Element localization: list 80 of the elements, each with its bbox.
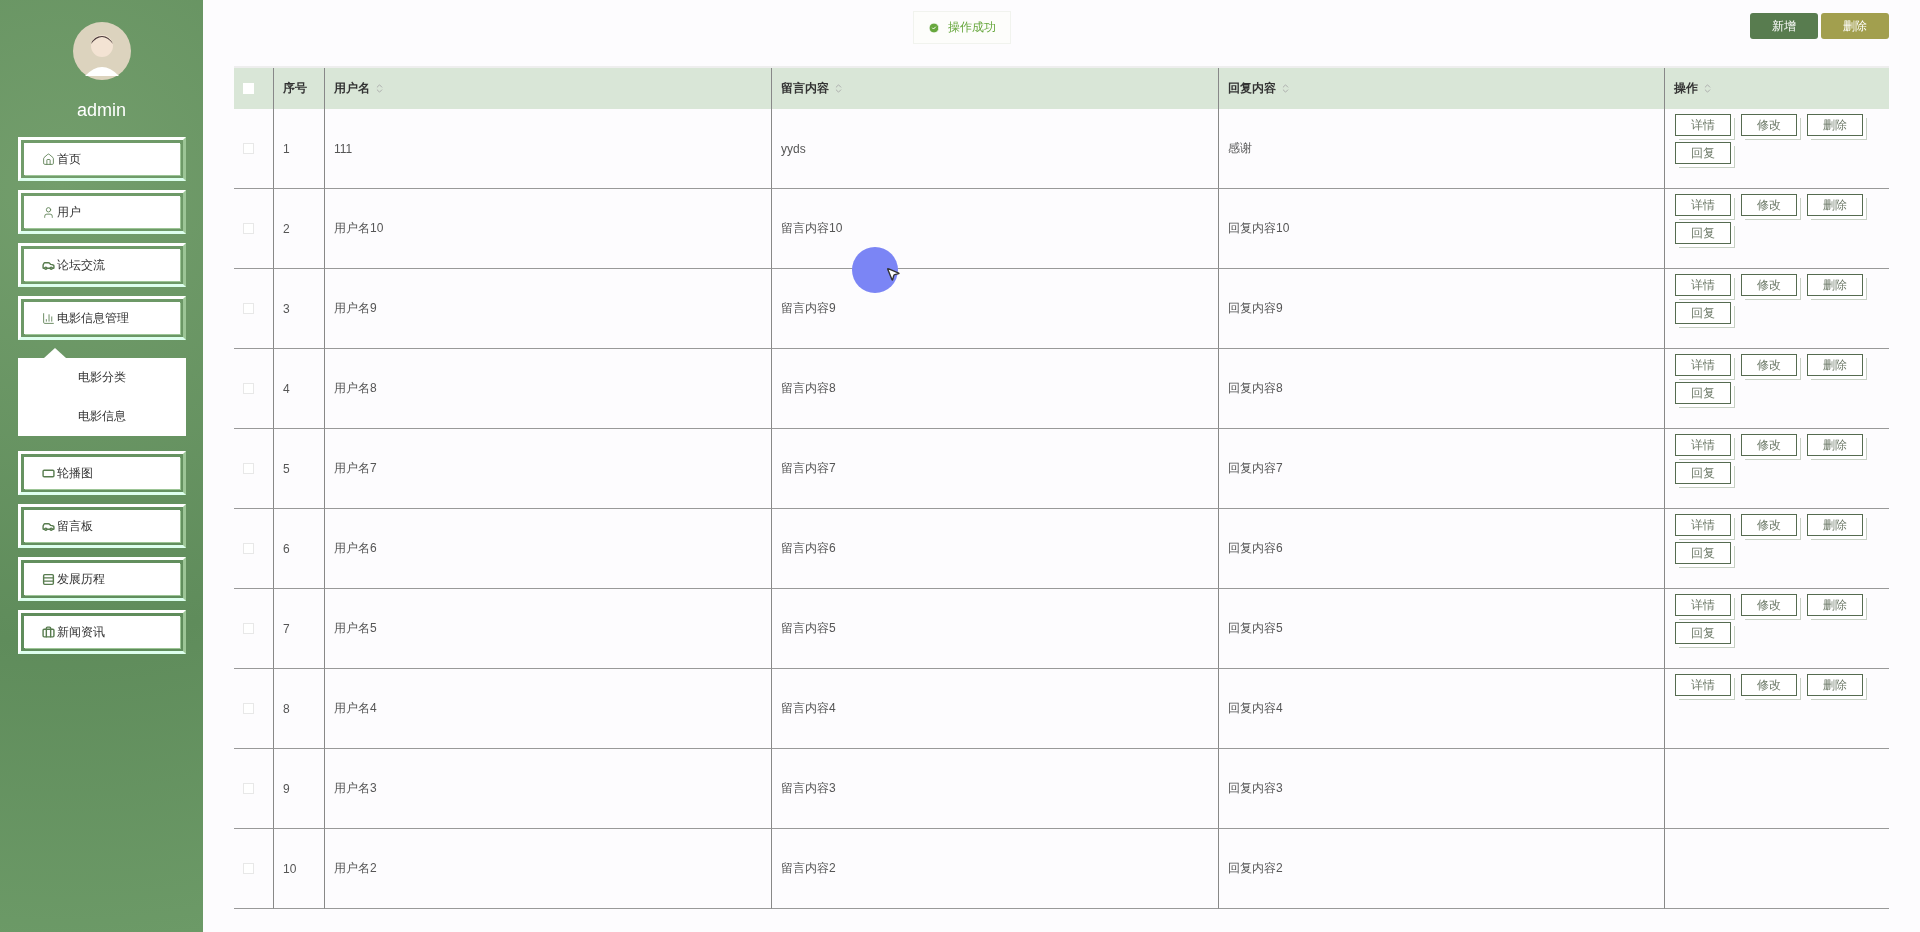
cursor-highlight [852, 247, 898, 293]
sort-icon[interactable] [1280, 83, 1291, 94]
table-cell: 4 [283, 381, 290, 396]
home-icon [41, 152, 55, 166]
sort-icon[interactable] [833, 83, 844, 94]
menu-item[interactable]: 首页 [17, 137, 186, 181]
briefcase-icon [41, 625, 55, 639]
menu-item[interactable]: 轮播图 [17, 451, 186, 495]
column-header: 回复内容 [1228, 80, 1276, 97]
table-cell: 1 [283, 141, 290, 156]
table-cell: 5 [283, 461, 290, 476]
table-cell: 留言内容10 [781, 220, 843, 237]
sort-icon[interactable] [374, 83, 385, 94]
column-header: 操作 [1674, 80, 1698, 97]
table-cell: 回复内容6 [1228, 540, 1283, 557]
submenu-item[interactable]: 电影信息 [77, 405, 126, 428]
table-cell: 留言内容7 [781, 460, 836, 477]
table-cell: 留言内容2 [781, 860, 836, 877]
table-cell: 用户名10 [334, 220, 384, 237]
menu-label: 发展历程 [56, 570, 105, 588]
table-cell: 用户名7 [334, 460, 377, 477]
table-cell: 用户名6 [334, 540, 377, 557]
menu-item[interactable]: 新闻资讯 [17, 610, 186, 654]
menu-label: 新闻资讯 [56, 623, 105, 641]
submenu-item[interactable]: 电影分类 [77, 366, 126, 389]
toast-message: 操作成功 [948, 19, 996, 36]
table-cell: 7 [283, 621, 290, 636]
menu-item[interactable]: 论坛交流 [17, 243, 186, 287]
table-cell: 回复内容4 [1228, 700, 1283, 717]
table-cell: 留言内容5 [781, 620, 836, 637]
table-cell: 6 [283, 541, 290, 556]
table-cell: 回复内容9 [1228, 300, 1283, 317]
table-cell: 用户名2 [334, 860, 377, 877]
table-cell: 111 [334, 141, 353, 156]
menu-label: 论坛交流 [56, 256, 105, 274]
table-cell: 留言内容6 [781, 540, 836, 557]
menu-label: 留言板 [56, 517, 93, 535]
menu-item[interactable]: 电影信息管理 [17, 296, 186, 340]
table-cell: 感谢 [1228, 140, 1252, 157]
table-cell: 用户名9 [334, 300, 377, 317]
table-cell: 2 [283, 221, 290, 236]
table-cell: 留言内容4 [781, 700, 836, 717]
table-cell: 回复内容3 [1228, 780, 1283, 797]
cursor-icon [885, 266, 901, 282]
table-cell: 用户名8 [334, 380, 377, 397]
menu-item[interactable]: 发展历程 [17, 557, 186, 601]
table-cell: yyds [781, 141, 806, 156]
menu-item[interactable]: 留言板 [17, 504, 186, 548]
table-cell: 9 [283, 781, 290, 796]
table-cell: 留言内容9 [781, 300, 836, 317]
bar-chart-icon [41, 311, 55, 325]
stacked-bars-icon [41, 572, 55, 586]
toolbar-button[interactable]: 新增 [1750, 13, 1818, 39]
table-cell: 留言内容8 [781, 380, 836, 397]
user-name: admin [77, 100, 126, 121]
menu-item[interactable]: 用户 [17, 190, 186, 234]
sort-icon[interactable] [1702, 83, 1713, 94]
check-icon [928, 21, 940, 34]
menu-label: 轮播图 [56, 464, 93, 482]
user-icon [41, 205, 55, 219]
table-cell: 用户名4 [334, 700, 377, 717]
table-cell: 用户名3 [334, 780, 377, 797]
table-cell: 回复内容5 [1228, 620, 1283, 637]
column-header: 用户名 [334, 80, 370, 97]
table-cell: 留言内容3 [781, 780, 836, 797]
table-cell: 回复内容2 [1228, 860, 1283, 877]
column-header: 留言内容 [781, 80, 829, 97]
table-cell: 用户名5 [334, 620, 377, 637]
table-cell: 3 [283, 301, 290, 316]
table-cell: 8 [283, 701, 290, 716]
table-cell: 回复内容8 [1228, 380, 1283, 397]
toolbar-button[interactable]: 删除 [1821, 13, 1889, 39]
menu-label: 首页 [56, 150, 81, 168]
menu-label: 用户 [56, 203, 81, 221]
table-cell: 10 [283, 861, 297, 876]
menu-label: 电影信息管理 [56, 309, 129, 327]
table-cell: 回复内容10 [1228, 220, 1290, 237]
avatar [72, 22, 131, 80]
table-cell: 回复内容7 [1228, 460, 1283, 477]
column-header: 序号 [283, 80, 307, 97]
